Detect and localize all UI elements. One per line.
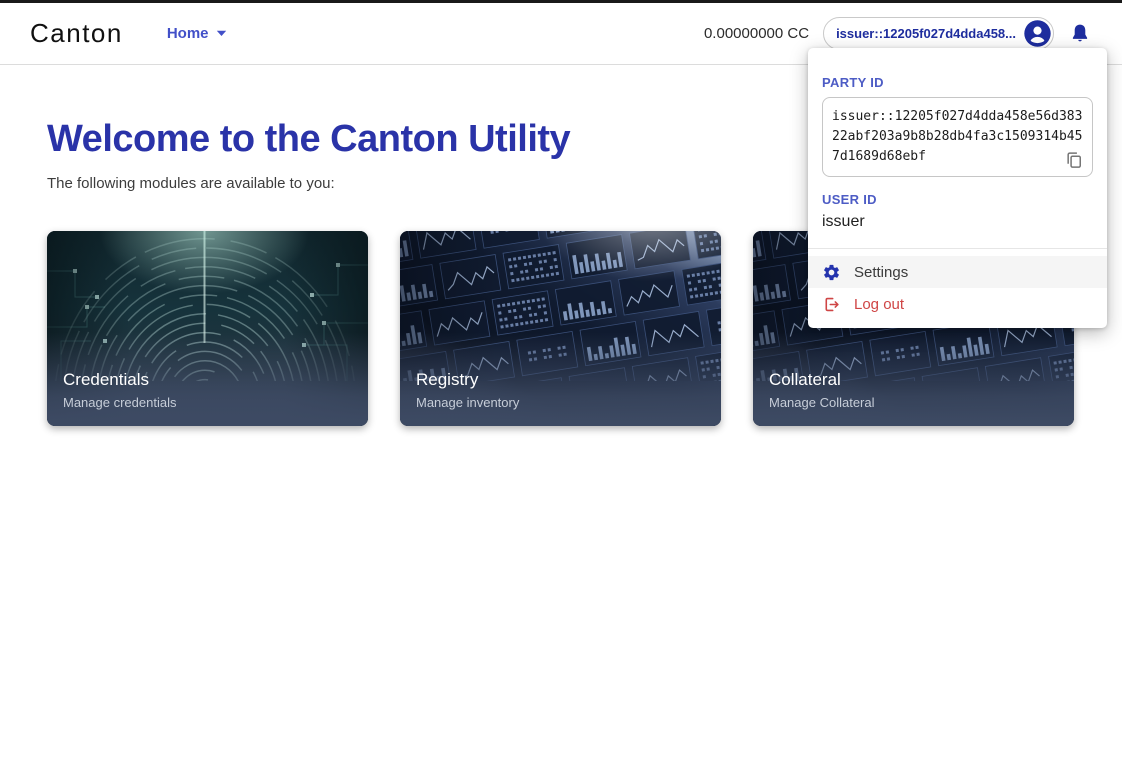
user-id-value: issuer	[822, 213, 1093, 231]
menu-item-settings[interactable]: Settings	[808, 256, 1107, 288]
card-title: Registry	[416, 370, 705, 390]
card-subtitle: Manage Collateral	[769, 395, 1058, 410]
account-circle-icon	[1024, 20, 1051, 47]
menu-item-logout-label: Log out	[854, 296, 904, 313]
account-menu-ids: PARTY ID issuer::12205f027d4dda458e56d38…	[808, 75, 1107, 231]
menu-item-logout[interactable]: Log out	[808, 288, 1107, 320]
logout-icon	[822, 295, 841, 314]
card-title: Credentials	[63, 370, 352, 390]
card-caption: Registry Manage inventory	[400, 360, 721, 426]
account-menu: PARTY ID issuer::12205f027d4dda458e56d38…	[808, 48, 1107, 328]
canton-utility-page: Canton Home 0.00000000 CC issuer::12205f…	[0, 0, 1122, 761]
card-title: Collateral	[769, 370, 1058, 390]
menu-item-settings-label: Settings	[854, 264, 908, 281]
module-card-registry[interactable]: Registry Manage inventory	[400, 231, 721, 426]
canton-logo[interactable]: Canton	[30, 18, 123, 49]
balance-amount: 0.00000000 CC	[704, 25, 809, 42]
party-id-box: issuer::12205f027d4dda458e56d38322abf203…	[822, 97, 1093, 177]
chevron-down-icon	[216, 30, 227, 37]
card-subtitle: Manage inventory	[416, 395, 705, 410]
gear-icon	[822, 263, 841, 282]
module-card-credentials[interactable]: Credentials Manage credentials	[47, 231, 368, 426]
nav-home-label: Home	[167, 25, 209, 42]
user-id-label: USER ID	[822, 192, 1093, 207]
party-id-label: PARTY ID	[822, 75, 1093, 90]
nav-home[interactable]: Home	[167, 25, 227, 42]
party-chip[interactable]: issuer::12205f027d4dda458...	[823, 17, 1054, 50]
card-caption: Collateral Manage Collateral	[753, 360, 1074, 426]
party-id-value: issuer::12205f027d4dda458e56d38322abf203…	[832, 107, 1083, 167]
card-caption: Credentials Manage credentials	[47, 360, 368, 426]
card-subtitle: Manage credentials	[63, 395, 352, 410]
menu-divider	[808, 248, 1107, 249]
notifications-bell-icon[interactable]	[1068, 22, 1092, 46]
copy-icon[interactable]	[1063, 149, 1085, 171]
party-chip-label: issuer::12205f027d4dda458...	[836, 26, 1016, 41]
